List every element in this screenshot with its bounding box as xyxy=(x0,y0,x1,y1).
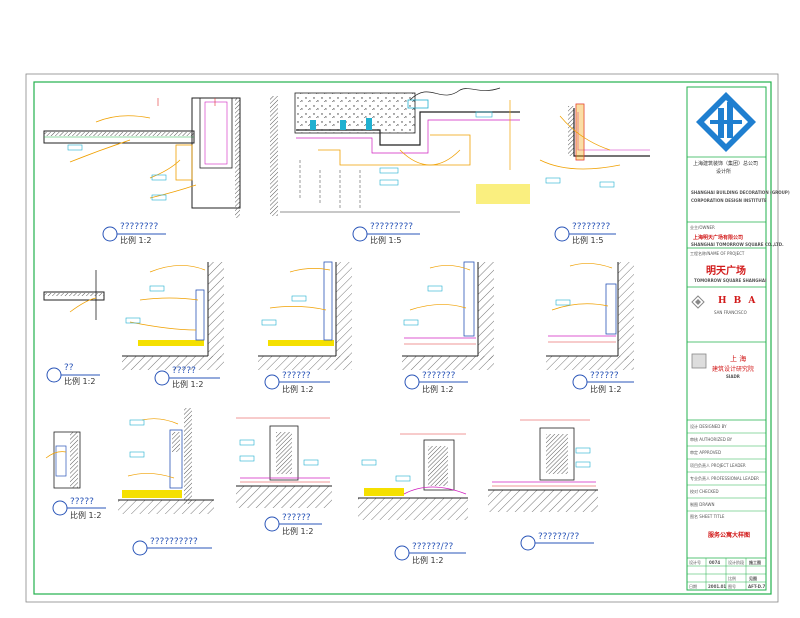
detail-9-scale: 比例 1:2 xyxy=(70,511,102,520)
detail-12-title: ??????/?? xyxy=(412,542,454,552)
detail-11-drawing xyxy=(236,417,332,508)
project-label: 工程名称/NAME OF PROJECT xyxy=(690,251,745,256)
detail-11-title: ?????? xyxy=(282,513,311,523)
client-name: 上海明天广场有限公司 xyxy=(693,235,744,241)
detail-13-drawing xyxy=(488,419,598,512)
footer-scale: 见图 xyxy=(749,576,757,581)
detail-11-scale: 比例 1:2 xyxy=(282,527,314,536)
company-dept-en: CORPORATION DESIGN INSTITUTE xyxy=(691,198,767,203)
row-checked: 校对 CHECKED xyxy=(690,489,719,494)
detail-1-title: ???????? xyxy=(120,222,159,232)
footer-sheet-no: AFT-D.7 xyxy=(748,584,766,589)
detail-5-drawing xyxy=(122,262,224,370)
detail-3-drawing xyxy=(539,103,650,188)
detail-8-title: ?????? xyxy=(590,371,619,381)
company-name-cn: 上海建筑装饰（集团）总公司 xyxy=(693,161,759,167)
detail-9-title: ????? xyxy=(70,497,94,507)
detail-6-scale: 比例 1:2 xyxy=(282,385,314,394)
drawing-sheet xyxy=(25,73,779,603)
detail-7-title: ??????? xyxy=(422,371,456,381)
detail-4-title: ?? xyxy=(64,363,74,373)
footer-stage: 施工图 xyxy=(749,560,761,565)
row-drawn: 制图 DRAWN xyxy=(690,502,715,507)
institute-name: 建筑设计研究院 xyxy=(712,366,755,373)
detail-5-scale: 比例 1:2 xyxy=(172,380,204,389)
detail-4-drawing xyxy=(43,270,105,320)
footer-date-label: 日期 xyxy=(689,584,697,589)
detail-2-title: ????????? xyxy=(370,222,413,232)
company-logo xyxy=(696,92,756,152)
institute-city: 上 海 xyxy=(730,355,747,363)
detail-7-scale: 比例 1:2 xyxy=(422,385,454,394)
footer-project-no: 0074 xyxy=(709,560,721,565)
detail-10-drawing xyxy=(118,408,214,514)
detail-8-drawing xyxy=(546,262,634,370)
detail-5-title: ????? xyxy=(172,366,196,376)
sheet-title: 服务公寓大样图 xyxy=(708,532,751,539)
detail-6-drawing xyxy=(258,261,352,370)
institute-en: SIADR xyxy=(726,374,740,379)
client-label: 业主/OWNER xyxy=(690,225,715,230)
institute-mark xyxy=(691,353,707,369)
company-name-en: SHANGHAI BUILDING DECORATION (GROUP) xyxy=(691,190,790,195)
client-name-en: SHANGHAI TOMORROW SQUARE CO.,LTD. xyxy=(691,242,784,247)
detail-2-drawing xyxy=(270,87,530,216)
detail-4-scale: 比例 1:2 xyxy=(64,377,96,386)
footer-date: 2001.01 xyxy=(708,584,727,589)
sheet-title-label: 图名 SHEET TITLE xyxy=(690,514,725,519)
hba-name: H B A xyxy=(718,296,758,306)
footer-stage-label: 设计阶段 xyxy=(728,560,744,565)
detail-13-title: ??????/?? xyxy=(538,532,580,542)
detail-3-scale: 比例 1:5 xyxy=(572,236,604,245)
detail-2-scale: 比例 1:5 xyxy=(370,236,402,245)
footer-scale-label: 比例 xyxy=(728,576,736,581)
project-name-en: TOMORROW SQUARE SHANGHAI xyxy=(694,278,767,283)
footer-sheet-no-label: 图号 xyxy=(728,584,736,589)
detail-7-drawing xyxy=(402,261,494,370)
row-approved: 审定 APPROVED xyxy=(690,450,722,455)
detail-12-drawing xyxy=(358,433,468,520)
hba-city: SAN FRANCISCO xyxy=(714,310,747,315)
footer-project-no-label: 设计号 xyxy=(689,560,701,565)
detail-1-drawing xyxy=(43,97,241,218)
row-authorized: 审核 AUTHORIZED BY xyxy=(690,437,733,442)
row-professional-leader: 专业负责人 PROFESSIONAL LEADER xyxy=(690,476,759,481)
row-project-leader: 项目负责人 PROJECT LEADER xyxy=(690,463,746,468)
project-name: 明天广场 xyxy=(706,266,746,277)
row-designed: 设计 DESIGNED BY xyxy=(690,424,727,429)
company-dept-cn: 设计所 xyxy=(716,169,732,175)
detail-8-scale: 比例 1:2 xyxy=(590,385,622,394)
detail-12-scale: 比例 1:2 xyxy=(412,556,444,565)
detail-10-title: ?????????? xyxy=(150,537,198,547)
detail-1-scale: 比例 1:2 xyxy=(120,236,152,245)
hba-logo xyxy=(691,295,705,309)
detail-3-title: ???????? xyxy=(572,222,611,232)
detail-6-title: ?????? xyxy=(282,371,311,381)
detail-9-drawing xyxy=(45,431,81,489)
